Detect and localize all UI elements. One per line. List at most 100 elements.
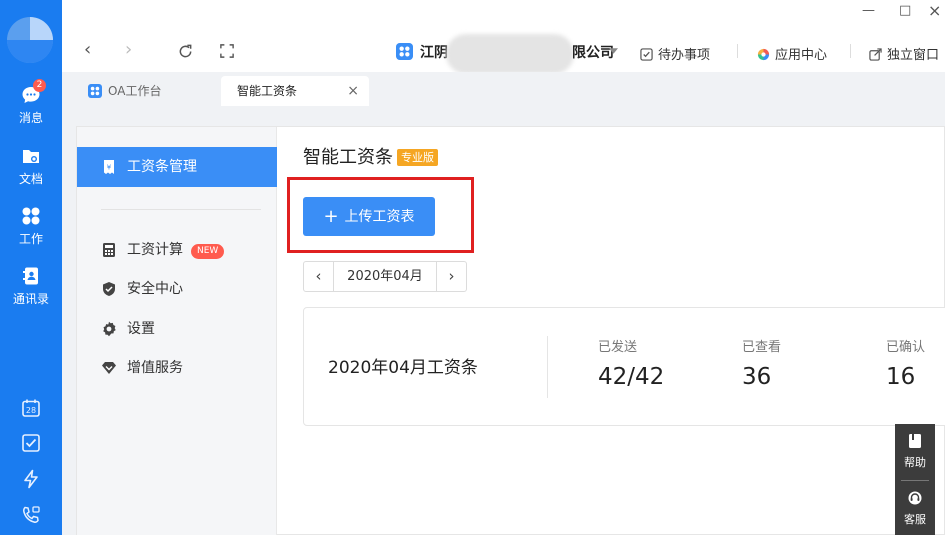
- back-button[interactable]: ‹: [84, 40, 91, 60]
- stat-label: 已确认: [886, 340, 926, 355]
- rail-label-work: 工作: [18, 232, 43, 246]
- rail-item-work[interactable]: 工作: [0, 206, 62, 247]
- app-center-link[interactable]: 应用中心: [757, 44, 827, 63]
- payslip-summary-card[interactable]: 2020年04月工资条 已发送 42/42 已查看 36 已确认 16: [303, 307, 945, 426]
- float-divider: [901, 480, 929, 481]
- rail-label-docs: 文档: [18, 172, 43, 186]
- rail-item-messages[interactable]: 2 消息: [0, 79, 62, 126]
- todo-label: 待办事项: [658, 48, 711, 63]
- todo-link[interactable]: 待办事项: [640, 44, 710, 63]
- book-icon: [909, 434, 921, 448]
- calendar-day: 28: [26, 406, 36, 415]
- page-title: 智能工资条 专业版: [303, 143, 438, 169]
- sidebar-item-salary-calc[interactable]: 工资计算 NEW: [77, 237, 277, 263]
- rail-item-docs[interactable]: 文档: [0, 146, 62, 187]
- tab-label: OA工作台: [108, 84, 162, 98]
- contacts-icon: [23, 267, 38, 285]
- page-title-text: 智能工资条: [303, 147, 393, 168]
- chevron-down-icon[interactable]: [609, 48, 618, 54]
- close-button[interactable]: ×: [928, 1, 941, 20]
- rail-item-contacts[interactable]: 通讯录: [0, 266, 62, 307]
- redacted-area: [446, 34, 574, 74]
- tab-label: 智能工资条: [237, 84, 298, 98]
- payslip-sidebar: ¥ 工资条管理 工资计算 NEW 安全中心 设置 增值服务: [77, 127, 277, 535]
- rail-label-contacts: 通讯录: [12, 292, 49, 306]
- app-window: 2 消息 文档 工作 通讯录 28 — □ × ‹ › 江阴 限公司 待办事项 …: [0, 0, 945, 535]
- stat-value: 42/42: [598, 364, 665, 390]
- payslip-content: 智能工资条 专业版 + 上传工资表 ‹ 2020年04月 › 2020年04月工资条…: [277, 127, 945, 535]
- stat-sent: 已发送 42/42: [598, 336, 664, 390]
- refresh-icon[interactable]: [178, 44, 193, 59]
- org-icon: [396, 43, 413, 60]
- prev-month-button[interactable]: ‹: [304, 262, 334, 291]
- standalone-window-label: 独立窗口: [887, 48, 940, 63]
- sidebar-item-label: 增值服务: [127, 360, 183, 376]
- month-selector: ‹ 2020年04月 ›: [303, 261, 467, 292]
- sidebar-item-security[interactable]: 安全中心: [77, 276, 277, 302]
- gear-icon: [103, 321, 116, 337]
- tab-bar: OA工作台 智能工资条 ×: [62, 72, 945, 106]
- stat-value: 36: [742, 364, 772, 390]
- company-name-suffix[interactable]: 限公司: [572, 42, 614, 62]
- customer-service-button[interactable]: 客服: [895, 490, 935, 527]
- help-button[interactable]: 帮助: [895, 433, 935, 470]
- stat-label: 已发送: [598, 340, 638, 355]
- close-tab-icon[interactable]: ×: [347, 76, 359, 106]
- upload-label: 上传工资表: [344, 209, 415, 225]
- main-panel: ¥ 工资条管理 工资计算 NEW 安全中心 设置 增值服务 智能工资条专业版: [76, 126, 945, 535]
- app-logo[interactable]: [7, 17, 53, 63]
- plus-icon: +: [323, 206, 339, 227]
- sidebar-item-label: 设置: [127, 321, 155, 337]
- card-divider: [547, 336, 548, 398]
- lightning-icon[interactable]: [21, 469, 41, 489]
- shield-icon: [103, 282, 115, 296]
- upload-payroll-button[interactable]: + 上传工资表: [303, 197, 435, 236]
- tab-smart-payslip[interactable]: 智能工资条 ×: [221, 76, 369, 106]
- card-title: 2020年04月工资条: [328, 358, 478, 378]
- fullscreen-icon[interactable]: [220, 44, 234, 58]
- next-month-button[interactable]: ›: [436, 262, 466, 291]
- rail-label-messages: 消息: [18, 111, 43, 125]
- external-window-icon: [869, 48, 882, 61]
- stat-viewed: 已查看 36: [742, 336, 781, 390]
- new-badge: NEW: [191, 244, 225, 259]
- todo-icon: [640, 48, 653, 61]
- sidebar-item-payslip-management[interactable]: ¥ 工资条管理: [77, 147, 277, 187]
- tab-oa-workbench[interactable]: OA工作台: [78, 76, 208, 106]
- help-label: 帮助: [904, 456, 926, 469]
- unread-badge: 2: [33, 79, 46, 92]
- grid-icon: [22, 207, 40, 225]
- check-icon[interactable]: [21, 433, 41, 453]
- sidebar-divider: [101, 209, 261, 210]
- maximize-button[interactable]: □: [899, 3, 911, 18]
- app-center-icon: [757, 48, 770, 61]
- stat-label: 已查看: [742, 340, 782, 355]
- sidebar-item-settings[interactable]: 设置: [77, 316, 277, 342]
- diamond-icon: [102, 362, 116, 374]
- floating-help-panel: 帮助 客服: [895, 424, 935, 535]
- sidebar-item-label: 安全中心: [127, 281, 183, 297]
- sidebar-item-label: 工资条管理: [127, 159, 197, 175]
- sidebar-item-label: 工资计算: [127, 242, 183, 258]
- stat-confirmed: 已确认 16: [886, 336, 925, 390]
- company-name[interactable]: 江阴: [420, 42, 448, 62]
- stat-value: 16: [886, 364, 916, 390]
- toolbar-divider: [737, 44, 738, 58]
- phone-icon[interactable]: [21, 505, 41, 525]
- folder-icon: [23, 150, 39, 163]
- service-label: 客服: [904, 513, 926, 526]
- forward-button[interactable]: ›: [125, 40, 132, 60]
- minimize-button[interactable]: —: [862, 3, 875, 18]
- app-center-label: 应用中心: [775, 48, 828, 63]
- month-value[interactable]: 2020年04月: [334, 262, 436, 291]
- standalone-window-link[interactable]: 独立窗口: [869, 44, 939, 63]
- headset-icon: [908, 491, 922, 505]
- sidebar-item-value-added[interactable]: 增值服务: [77, 355, 277, 381]
- calendar-icon[interactable]: 28: [21, 398, 41, 418]
- workbench-icon: [88, 84, 102, 98]
- title-bar: — □ × ‹ › 江阴 限公司 待办事项 应用中心 独立窗口: [62, 0, 945, 74]
- edition-badge: 专业版: [397, 149, 438, 166]
- toolbar-divider: [850, 44, 851, 58]
- calculator-icon: [103, 243, 115, 257]
- payslip-icon: ¥: [104, 160, 114, 174]
